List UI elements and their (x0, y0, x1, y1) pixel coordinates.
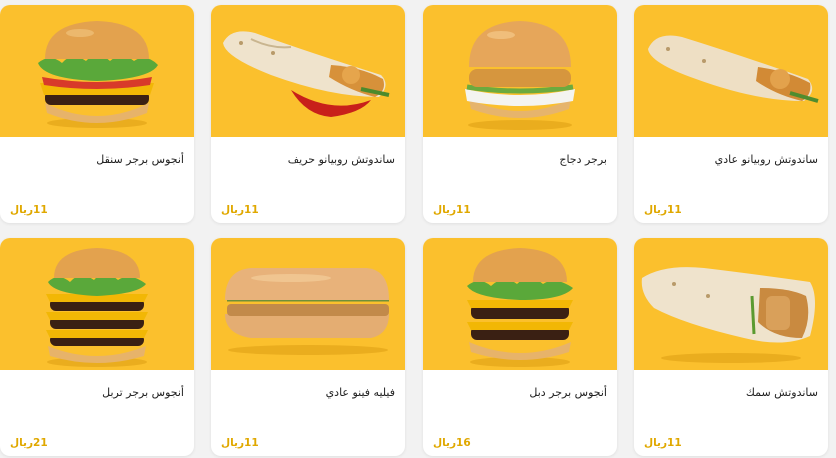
menu-item-name: ساندوتش سمك (745, 386, 818, 399)
menu-item-price: 11ريال (10, 204, 48, 216)
menu-item-card[interactable]: أنجوس برجر تربل 21ريال (0, 238, 194, 456)
menu-item-name: برجر دجاج (559, 153, 607, 166)
food-photo-spicy-shrimp-wrap (211, 5, 405, 137)
menu-item-card[interactable]: ساندوتش سمك 11ريال (634, 238, 828, 456)
menu-item-price: 11ريال (221, 437, 259, 449)
menu-item-name: أنجوس برجر دبل (529, 386, 607, 399)
menu-item-price: 11ريال (644, 437, 682, 449)
menu-item-card[interactable]: أنجوس برجر دبل 16ريال (423, 238, 617, 456)
menu-item-price: 11ريال (644, 204, 682, 216)
menu-item-card[interactable]: ساندوتش روبيانو حريف 11ريال (211, 5, 405, 223)
menu-item-card[interactable]: برجر دجاج 11ريال (423, 5, 617, 223)
menu-grid: أنجوس برجر سنقل 11ريال ساندوتش روبيانو ح… (0, 0, 836, 458)
menu-item-name: ساندوتش روبيانو حريف (287, 153, 395, 166)
food-photo-single-burger (0, 5, 194, 137)
menu-item-card[interactable]: فيليه فينو عادي 11ريال (211, 238, 405, 456)
menu-item-price: 21ريال (10, 437, 48, 449)
menu-item-card[interactable]: أنجوس برجر سنقل 11ريال (0, 5, 194, 223)
food-photo-chicken-burger (423, 5, 617, 137)
menu-item-name: ساندوتش روبيانو عادي (714, 153, 818, 166)
food-photo-double-burger (423, 238, 617, 370)
menu-item-name: أنجوس برجر تربل (102, 386, 184, 399)
menu-item-card[interactable]: ساندوتش روبيانو عادي 11ريال (634, 5, 828, 223)
food-photo-fish-wrap (634, 238, 828, 370)
menu-item-price: 11ريال (433, 204, 471, 216)
menu-item-name: فيليه فينو عادي (325, 386, 395, 399)
menu-item-price: 11ريال (221, 204, 259, 216)
menu-item-price: 16ريال (433, 437, 471, 449)
menu-item-name: أنجوس برجر سنقل (96, 153, 184, 166)
food-photo-shrimp-wrap (634, 5, 828, 137)
food-photo-fish-fino-sub (211, 238, 405, 370)
food-photo-triple-burger (0, 238, 194, 370)
